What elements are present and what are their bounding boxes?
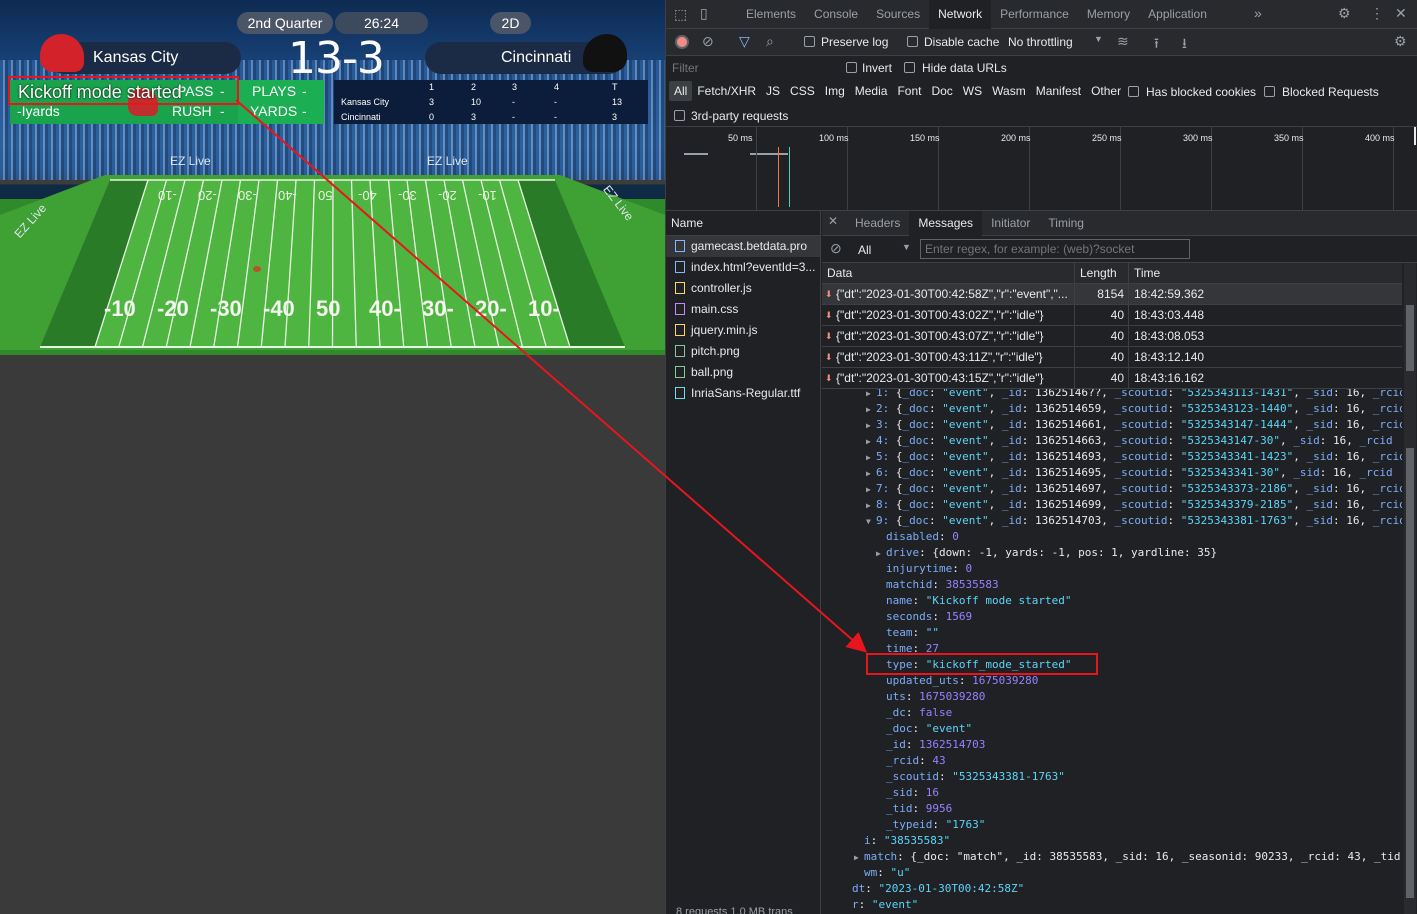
annotation-arrow — [235, 99, 868, 653]
